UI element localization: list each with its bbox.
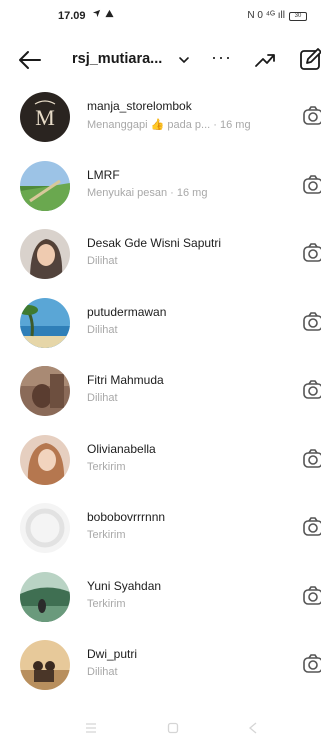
- conversation-row[interactable]: Yuni Syahdan Terkirim: [0, 562, 321, 631]
- status-bar: 17.09 N 0 ⁴ᴳ ıll 30: [0, 0, 321, 34]
- avatar: [20, 571, 70, 622]
- message-status: Dilihat: [87, 392, 118, 404]
- location-arrow-icon: [92, 9, 101, 18]
- camera-icon[interactable]: [302, 105, 321, 127]
- avatar: [20, 640, 70, 690]
- conversation-row[interactable]: putudermawan Dilihat: [0, 288, 321, 357]
- message-status: Terkirim: [87, 460, 126, 473]
- status-signal-text: N 0 ⁴ᴳ ıll: [247, 10, 285, 21]
- contact-name: manja_storelombok: [87, 99, 192, 113]
- message-status: Dilihat: [87, 255, 118, 267]
- avatar: [20, 160, 70, 211]
- alert-triangle-icon: [105, 9, 114, 18]
- contact-name: Fitri Mahmuda: [87, 373, 164, 387]
- thumbs-up-emoji: 👍: [150, 119, 165, 131]
- message-status: Dilihat: [87, 666, 118, 678]
- status-notification-icons: [92, 9, 114, 18]
- message-status: Menyukai pesan · 16 mg: [87, 186, 208, 199]
- account-name[interactable]: rsj_mutiara...: [72, 51, 162, 67]
- conversation-row[interactable]: bobobovrrrnnn Terkirim: [0, 493, 321, 562]
- camera-icon[interactable]: [302, 653, 321, 675]
- conversation-row[interactable]: Olivianabella Terkirim: [0, 425, 321, 494]
- back-nav-icon[interactable]: [246, 721, 260, 735]
- contact-name: bobobovrrrnnn: [87, 510, 166, 524]
- camera-icon[interactable]: [302, 174, 321, 196]
- camera-icon[interactable]: [302, 448, 321, 470]
- inbox-header: rsj_mutiara... ···: [0, 38, 321, 82]
- conversation-row[interactable]: M manja_storelombok Menanggapi 👍 pada p.…: [0, 82, 321, 151]
- edit-icon[interactable]: [299, 46, 321, 72]
- message-status: Terkirim: [87, 529, 126, 541]
- menu-icon[interactable]: [84, 721, 98, 735]
- message-status: Dilihat: [87, 323, 118, 336]
- avatar: [20, 297, 70, 348]
- avatar: [20, 366, 70, 416]
- conversation-row[interactable]: Desak Gde Wisni Saputri Dilihat: [0, 219, 321, 288]
- message-status: Menanggapi 👍 pada p... · 16 mg: [87, 119, 251, 131]
- chevron-down-icon[interactable]: [177, 53, 191, 67]
- camera-icon[interactable]: [302, 242, 321, 264]
- status-time: 17.09: [58, 10, 86, 22]
- camera-icon[interactable]: [302, 379, 321, 401]
- trending-up-icon[interactable]: [254, 49, 276, 71]
- home-icon[interactable]: [166, 721, 180, 735]
- avatar: [20, 229, 70, 279]
- contact-name: LMRF: [87, 167, 120, 182]
- avatar: M: [20, 92, 70, 142]
- contact-name: Olivianabella: [87, 441, 156, 456]
- contact-name: Dwi_putri: [87, 647, 138, 661]
- battery-icon: 30: [289, 11, 307, 21]
- conversation-row[interactable]: LMRF Menyukai pesan · 16 mg: [0, 151, 321, 220]
- contact-name: Yuni Syahdan: [87, 578, 162, 593]
- svg-text:M: M: [35, 105, 55, 130]
- conversation-row[interactable]: Fitri Mahmuda Dilihat: [0, 356, 321, 425]
- avatar: [20, 434, 70, 485]
- more-options-button[interactable]: ···: [211, 48, 232, 66]
- status-indicators: N 0 ⁴ᴳ ıll 30: [247, 10, 307, 22]
- camera-icon[interactable]: [302, 311, 321, 333]
- conversation-row[interactable]: Dwi_putri Dilihat: [0, 630, 321, 699]
- camera-icon[interactable]: [302, 585, 321, 607]
- system-navigation-bar: [0, 713, 321, 741]
- conversation-list: M manja_storelombok Menanggapi 👍 pada p.…: [0, 82, 321, 699]
- camera-icon[interactable]: [302, 516, 321, 538]
- arrow-left-icon[interactable]: [16, 46, 44, 74]
- message-status: Terkirim: [87, 597, 126, 610]
- contact-name: putudermawan: [87, 304, 167, 319]
- avatar: [20, 503, 70, 553]
- contact-name: Desak Gde Wisni Saputri: [87, 236, 222, 250]
